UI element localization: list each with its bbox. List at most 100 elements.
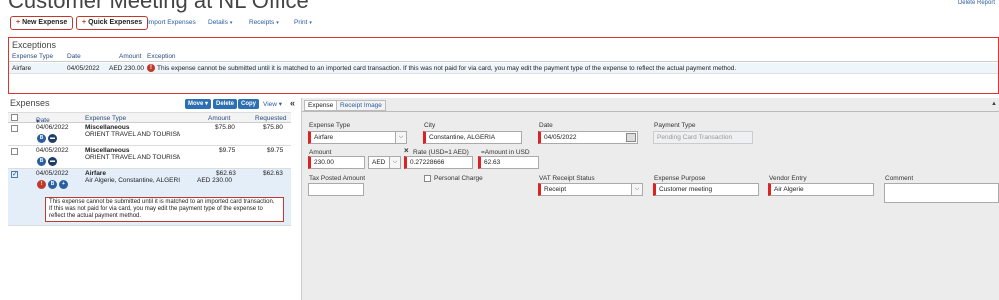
vendor-label: Vendor Entry	[769, 175, 807, 182]
quick-expenses-button[interactable]: + Quick Expenses	[76, 16, 149, 30]
row-date: 04/05/2022	[36, 170, 69, 177]
expense-purpose-input[interactable]: Customer meeting	[653, 183, 759, 196]
currency-value: AED	[372, 159, 386, 166]
delete-report-link[interactable]: Delete Report	[958, 0, 995, 6]
expense-type-select[interactable]: Airfare ⌵	[308, 131, 407, 144]
tab-divider	[302, 111, 999, 112]
row-checkbox[interactable]	[11, 125, 18, 132]
multiply-icon: ×	[404, 146, 409, 155]
expense-type-value: Airfare	[314, 134, 334, 141]
panel-expand-icon[interactable]: ▲	[991, 101, 997, 107]
row-expense-type: Miscellaneous	[85, 147, 130, 154]
error-line: If this was not paid for via card, you m…	[49, 206, 263, 212]
add-receipt-icon: +	[59, 180, 68, 189]
row-error-message: This expense cannot be submitted until i…	[45, 197, 284, 222]
row-checkbox[interactable]	[11, 148, 18, 155]
quick-expenses-label: Quick Expenses	[88, 19, 143, 26]
exceptions-panel: Exceptions Expense Type Date Amount Exce…	[8, 37, 999, 94]
error-icon: !	[147, 64, 155, 72]
comment-label: Comment	[885, 175, 914, 182]
date-value: 04/05/2022	[544, 134, 577, 141]
payment-type-select: Pending Card Transaction	[653, 131, 753, 144]
col-expense-type: Expense Type	[12, 53, 54, 60]
chevron-down-icon: ⌵	[389, 157, 400, 168]
error-icon: !	[37, 180, 46, 189]
purpose-label: Expense Purpose	[654, 175, 706, 182]
col-amount[interactable]: Amount	[208, 115, 230, 122]
row-requested: $75.80	[263, 124, 283, 131]
move-button[interactable]: Move ▾	[185, 99, 212, 109]
chevron-down-icon: ▾	[278, 101, 283, 108]
rate-input[interactable]: 0.27228666	[404, 156, 473, 169]
date-input[interactable]: 04/05/2022	[538, 131, 638, 144]
new-expense-button[interactable]: + New Expense	[10, 16, 74, 30]
view-menu[interactable]: View ▾	[263, 100, 282, 108]
chevron-down-icon: ▾	[309, 20, 312, 26]
vat-status-select[interactable]: Receipt ⌵	[538, 183, 643, 196]
col-requested[interactable]: Requested	[255, 115, 286, 122]
expense-row[interactable]: 04/05/2022 B ▬ Miscellaneous ORIENT TRAV…	[8, 146, 291, 169]
details-menu[interactable]: Details ▾	[208, 19, 232, 26]
plus-icon: +	[82, 19, 87, 26]
row-requested: $62.63	[263, 170, 283, 177]
expense-row[interactable]: 04/06/2022 B ▬ Miscellaneous ORIENT TRAV…	[8, 123, 291, 146]
print-menu[interactable]: Print ▾	[294, 19, 312, 26]
error-line: reflect the actual payment method.	[49, 213, 142, 219]
receipt-icon: B	[37, 134, 46, 143]
row-date: 04/06/2022	[36, 124, 69, 131]
receipt-icon: B	[37, 157, 46, 166]
city-label: City	[424, 122, 436, 129]
currency-select[interactable]: AED ⌵	[368, 156, 401, 169]
row-vendor: ORIENT TRAVEL AND TOURISM	[85, 131, 180, 138]
select-all-checkbox[interactable]	[11, 114, 18, 121]
row-vendor: Air Algerie, Constantine, ALGERIA	[85, 177, 180, 184]
row-expense-type: Miscellaneous	[85, 124, 130, 131]
view-label: View	[263, 101, 277, 108]
card-icon: ▬	[48, 157, 57, 166]
exception-row[interactable]: Airfare 04/05/2022 AED 230.00 ! This exp…	[9, 63, 998, 74]
receipts-menu[interactable]: Receipts ▾	[249, 19, 279, 26]
exceptions-title: Exceptions	[12, 40, 57, 50]
expense-detail-panel: Expense Receipt Image ▲ Expense Type Cit…	[301, 98, 999, 300]
error-line: This expense cannot be submitted until i…	[49, 199, 275, 205]
row-vendor: ORIENT TRAVEL AND TOURISM	[85, 154, 180, 161]
comment-textarea[interactable]	[884, 183, 999, 203]
details-label: Details	[208, 19, 228, 26]
col-date: Date	[67, 53, 81, 60]
vat-status-value: Receipt	[544, 186, 567, 193]
row-amount: $75.80	[215, 124, 235, 131]
row-requested: $9.75	[267, 147, 284, 154]
amount-input[interactable]: 230.00	[308, 156, 365, 169]
new-expense-label: New Expense	[22, 19, 68, 26]
receipts-label: Receipts	[249, 19, 275, 26]
tax-posted-label: Tax Posted Amount	[309, 175, 366, 182]
collapse-panel-icon[interactable]: «	[290, 98, 295, 108]
row-date: 04/05/2022	[36, 147, 69, 154]
copy-button[interactable]: Copy	[238, 99, 259, 109]
rate-label: Rate (USD=1 AED)	[413, 149, 469, 156]
calendar-icon[interactable]	[626, 133, 636, 142]
receipt-icon: B	[48, 180, 57, 189]
exception-expense-type: Airfare	[12, 65, 32, 72]
expenses-grid-header: Date ▾ Expense Type Amount Requested	[8, 112, 291, 125]
row-expense-type: Airfare	[85, 170, 106, 177]
vendor-entry-input[interactable]: Air Algerie	[768, 183, 874, 196]
delete-button[interactable]: Delete	[213, 99, 238, 109]
tax-posted-input[interactable]	[308, 183, 364, 196]
row-checkbox[interactable]	[11, 170, 18, 178]
amount-usd-label: =Amount in USD	[481, 149, 530, 156]
tab-receipt-image[interactable]: Receipt Image	[336, 100, 386, 111]
amount-label: Amount	[309, 149, 332, 156]
personal-charge-label: Personal Charge	[434, 175, 483, 182]
personal-charge-checkbox[interactable]	[424, 175, 431, 182]
chevron-down-icon: ⌵	[395, 132, 406, 143]
amount-usd-input[interactable]: 62.63	[478, 156, 539, 169]
tab-expense[interactable]: Expense	[304, 100, 338, 111]
chevron-down-icon: ▾	[229, 20, 233, 26]
expenses-title: Expenses	[10, 98, 50, 108]
col-expense-type[interactable]: Expense Type	[85, 115, 126, 122]
import-expenses-link[interactable]: Import Expenses	[147, 19, 196, 26]
page-title: Customer Meeting at NL Office	[8, 0, 309, 13]
plus-icon: +	[16, 19, 21, 26]
city-input[interactable]: Constantine, ALGERIA	[423, 131, 522, 144]
